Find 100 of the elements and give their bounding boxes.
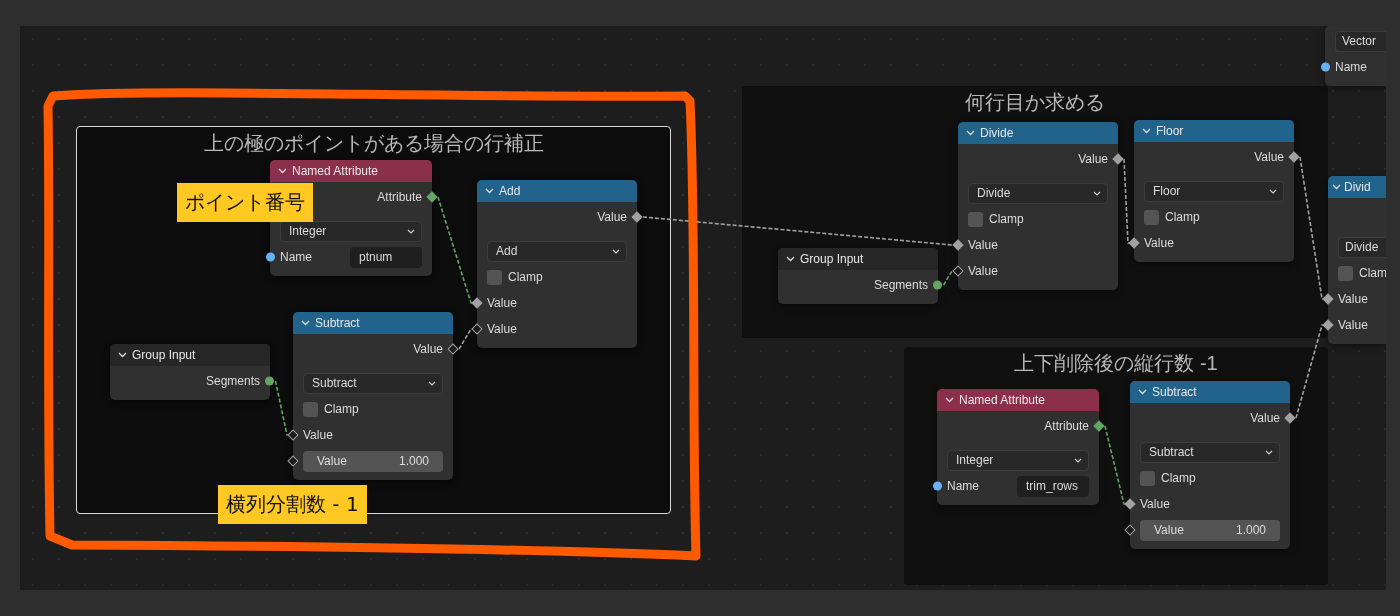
socket-label: Value xyxy=(968,238,998,252)
socket-handle[interactable] xyxy=(631,211,643,223)
socket-label: Attribute xyxy=(377,190,422,204)
socket-label: Value xyxy=(1078,152,1108,166)
node-title: Add xyxy=(499,184,521,198)
chevron-icon[interactable] xyxy=(966,130,975,136)
socket-handle[interactable] xyxy=(1093,420,1105,432)
node-header[interactable]: Divide xyxy=(958,122,1118,144)
mode-dropdown[interactable]: Divide xyxy=(1338,236,1386,258)
socket-handle[interactable] xyxy=(1284,412,1296,424)
field-label: Name xyxy=(280,250,312,264)
node-header[interactable]: Divid xyxy=(1328,176,1386,198)
socket-handle[interactable] xyxy=(952,265,964,277)
socket-label: Value xyxy=(1254,150,1284,164)
mode-dropdown[interactable]: Vector xyxy=(1335,30,1386,52)
node-title: Subtract xyxy=(1152,385,1197,399)
socket-label: Value xyxy=(1140,497,1170,511)
socket-handle[interactable] xyxy=(933,280,942,290)
mode-dropdown[interactable]: Subtract xyxy=(303,372,443,394)
annotation-label: ポイント番号 xyxy=(177,183,313,222)
node-header[interactable]: Floor xyxy=(1134,120,1294,142)
chevron-icon[interactable] xyxy=(945,397,954,403)
socket-label: Value xyxy=(487,296,517,310)
socket-handle[interactable] xyxy=(426,191,438,203)
chevron-icon[interactable] xyxy=(485,188,494,194)
socket-handle[interactable] xyxy=(1321,62,1330,72)
checkbox-label: Clamp xyxy=(1161,471,1196,485)
chevron-icon[interactable] xyxy=(1142,128,1151,134)
chevron-icon[interactable] xyxy=(118,352,127,358)
node-header[interactable]: Group Input xyxy=(110,344,270,366)
node-card[interactable]: Subtract Value Subtract Clamp Value Value 1.000 xyxy=(293,312,453,480)
socket-handle[interactable] xyxy=(266,252,275,262)
socket-handle[interactable] xyxy=(287,429,299,441)
chevron-icon xyxy=(407,228,415,234)
mode-dropdown[interactable]: Divide xyxy=(968,182,1108,204)
chevron-icon[interactable] xyxy=(786,256,795,262)
chevron-icon xyxy=(1269,188,1277,194)
node-title: Divid xyxy=(1344,180,1371,194)
annotation-label: 横列分割数 - 1 xyxy=(218,485,367,524)
name-field[interactable]: trim_rows xyxy=(1017,475,1089,497)
node-title: Floor xyxy=(1156,124,1184,138)
checkbox-label: Clam xyxy=(1359,266,1386,280)
socket-label: Value xyxy=(413,342,443,356)
node-card[interactable]: Add Value Add Clamp Value Value xyxy=(477,180,637,348)
field-label: Name xyxy=(947,479,979,493)
node-card[interactable]: Group Input Segments xyxy=(778,248,938,304)
socket-handle[interactable] xyxy=(471,297,483,309)
node-header[interactable]: Named Attribute xyxy=(937,389,1099,411)
node-header[interactable]: Add xyxy=(477,180,637,202)
checkbox[interactable] xyxy=(487,269,502,285)
node-card[interactable]: Floor Value Floor Clamp Value xyxy=(1134,120,1294,262)
socket-label: Segments xyxy=(873,278,928,292)
node-card[interactable]: Group Input Segments xyxy=(110,344,270,400)
chevron-icon[interactable] xyxy=(1332,184,1341,190)
node-header[interactable]: Group Input xyxy=(778,248,938,270)
mode-dropdown[interactable]: Integer xyxy=(947,449,1089,471)
socket-label: Attribute xyxy=(1044,419,1089,433)
node-card[interactable]: Vector Name xyxy=(1325,26,1386,86)
mode-dropdown[interactable]: Add xyxy=(487,240,627,262)
checkbox-label: Clamp xyxy=(324,402,359,416)
node-title: Subtract xyxy=(315,316,360,330)
socket-handle[interactable] xyxy=(1112,153,1124,165)
chevron-icon xyxy=(1265,449,1273,455)
node-card[interactable]: Divid Divide Clam Value Value xyxy=(1328,176,1386,344)
node-header[interactable]: Subtract xyxy=(1130,381,1290,403)
socket-handle[interactable] xyxy=(1128,237,1140,249)
socket-handle[interactable] xyxy=(1322,293,1334,305)
mode-dropdown[interactable]: Floor xyxy=(1144,180,1284,202)
number-field[interactable]: Value 1.000 xyxy=(1140,519,1280,541)
checkbox[interactable] xyxy=(1144,209,1159,225)
socket-handle[interactable] xyxy=(1288,151,1300,163)
socket-handle[interactable] xyxy=(1124,524,1136,536)
checkbox[interactable] xyxy=(1338,265,1353,281)
chevron-icon[interactable] xyxy=(301,320,310,326)
socket-label: Segments xyxy=(205,374,260,388)
socket-handle[interactable] xyxy=(933,481,942,491)
socket-handle[interactable] xyxy=(471,323,483,335)
checkbox[interactable] xyxy=(1140,470,1155,486)
mode-dropdown[interactable]: Integer xyxy=(280,220,422,242)
socket-handle[interactable] xyxy=(1124,498,1136,510)
socket-handle[interactable] xyxy=(265,376,274,386)
frame-title: 何行目か求める xyxy=(965,90,1105,115)
mode-dropdown[interactable]: Subtract xyxy=(1140,441,1280,463)
socket-handle[interactable] xyxy=(952,239,964,251)
checkbox[interactable] xyxy=(303,401,318,417)
checkbox[interactable] xyxy=(968,211,983,227)
node-header[interactable]: Subtract xyxy=(293,312,453,334)
socket-handle[interactable] xyxy=(287,455,299,467)
socket-handle[interactable] xyxy=(447,343,459,355)
frame-title: 上下削除後の縦行数 -1 xyxy=(1014,351,1218,376)
node-header[interactable]: Named Attribute xyxy=(270,160,432,182)
name-field[interactable]: ptnum xyxy=(350,246,422,268)
node-card[interactable]: Divide Value Divide Clamp Value Value xyxy=(958,122,1118,290)
chevron-icon[interactable] xyxy=(1138,389,1147,395)
socket-handle[interactable] xyxy=(1322,319,1334,331)
chevron-icon xyxy=(428,380,436,386)
node-card[interactable]: Subtract Value Subtract Clamp Value Value 1.000 xyxy=(1130,381,1290,549)
chevron-icon[interactable] xyxy=(278,168,287,174)
node-card[interactable]: Named Attribute Attribute Integer Name trim_rows xyxy=(937,389,1099,505)
number-field[interactable]: Value 1.000 xyxy=(303,450,443,472)
